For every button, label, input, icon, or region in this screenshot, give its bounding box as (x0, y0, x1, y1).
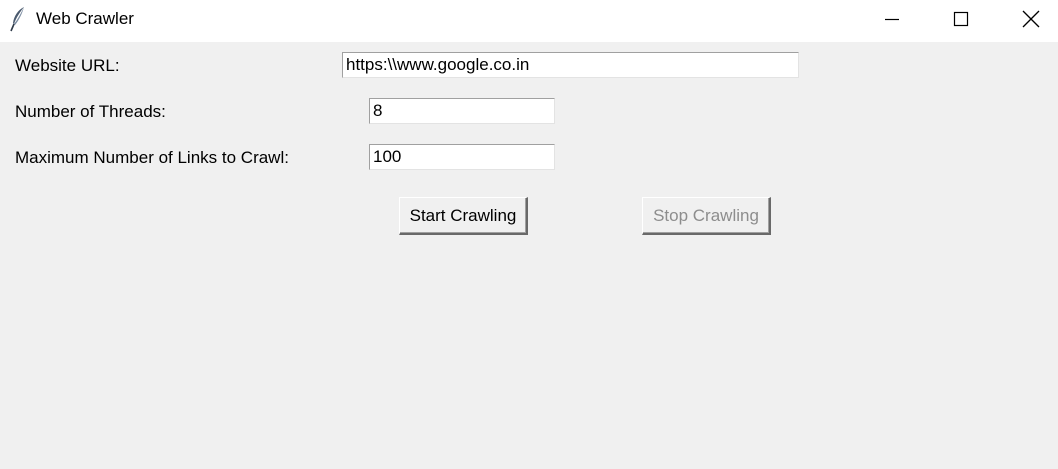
start-crawling-button[interactable]: Start Crawling (399, 197, 528, 235)
title-bar[interactable]: Web Crawler (0, 0, 1058, 42)
website-url-label: Website URL: (15, 56, 120, 75)
threads-label: Number of Threads: (15, 102, 166, 121)
stop-crawling-button[interactable]: Stop Crawling (642, 197, 771, 235)
app-window: Web Crawler Website URL: Number of Threa… (0, 0, 1058, 469)
minimize-icon (884, 11, 900, 27)
title-bar-edge (824, 41, 1058, 42)
threads-input[interactable] (369, 98, 555, 124)
minimize-button[interactable] (857, 0, 927, 38)
close-button[interactable] (996, 0, 1058, 38)
close-icon (1022, 10, 1040, 28)
max-links-input[interactable] (369, 144, 555, 170)
maximize-icon (953, 11, 969, 27)
maximize-button[interactable] (926, 0, 996, 38)
max-links-label: Maximum Number of Links to Crawl: (15, 148, 289, 167)
website-url-input[interactable] (342, 52, 799, 78)
window-title: Web Crawler (36, 9, 134, 28)
feather-icon (9, 6, 27, 32)
